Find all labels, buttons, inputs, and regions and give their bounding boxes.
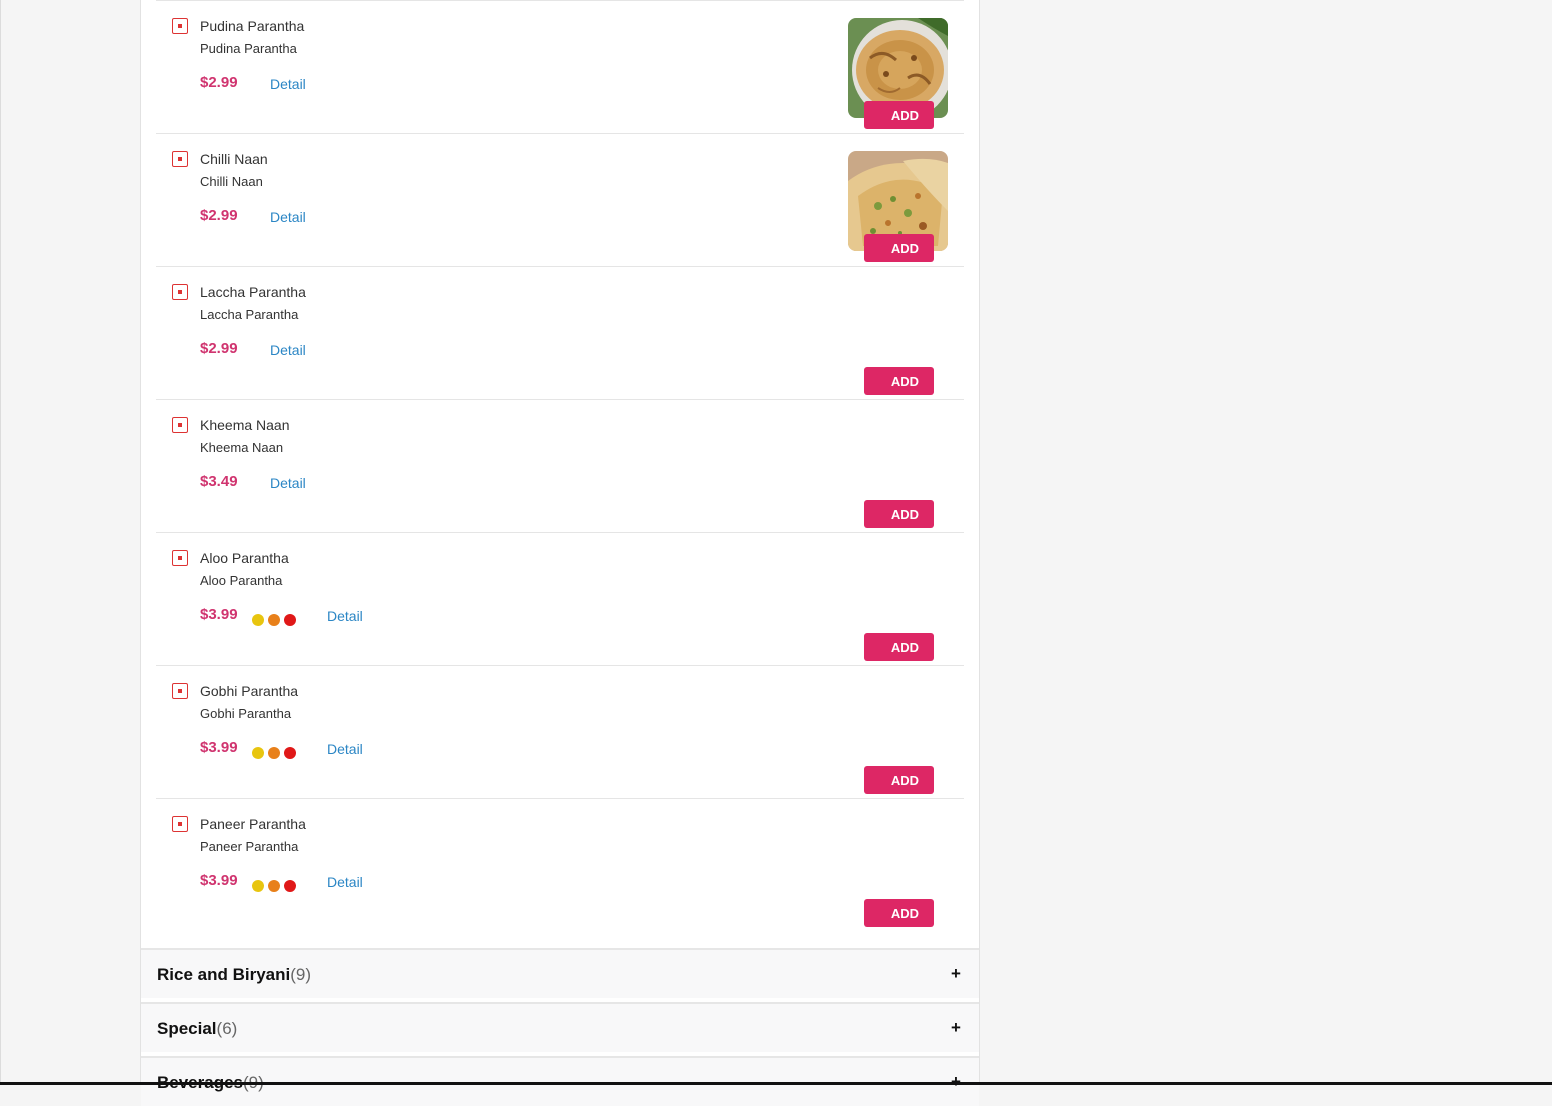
spice-dot-medium xyxy=(268,614,280,626)
spice-level-indicator xyxy=(252,880,296,892)
item-name: Laccha Parantha xyxy=(200,284,306,300)
item-name: Gobhi Parantha xyxy=(200,683,299,699)
category-count: (6) xyxy=(216,1019,238,1038)
detail-link[interactable]: Detail xyxy=(270,342,306,358)
detail-link[interactable]: Detail xyxy=(327,608,363,624)
item-description: Laccha Parantha xyxy=(200,307,299,322)
plus-icon[interactable]: + xyxy=(951,1018,961,1038)
spice-dot-mild xyxy=(252,880,264,892)
add-button[interactable]: ADD xyxy=(864,633,934,661)
veg-indicator-icon xyxy=(172,550,188,566)
veg-indicator-icon xyxy=(172,18,188,34)
detail-link[interactable]: Detail xyxy=(270,76,306,92)
category-header-special[interactable]: Special(6) + xyxy=(141,1002,979,1052)
spice-dot-hot xyxy=(284,880,296,892)
category-title: Special(6) xyxy=(157,1019,238,1038)
item-description: Gobhi Parantha xyxy=(200,706,292,721)
item-description: Chilli Naan xyxy=(200,174,263,189)
menu-item: Gobhi Parantha Gobhi Parantha $3.99 Deta… xyxy=(156,666,964,799)
menu-panel: Pudina Parantha Pudina Parantha $2.99 De… xyxy=(140,0,980,1106)
item-price: $2.99 xyxy=(200,207,238,224)
add-button[interactable]: ADD xyxy=(864,899,934,927)
menu-item: Aloo Parantha Aloo Parantha $3.99 Detail… xyxy=(156,533,964,666)
add-button[interactable]: ADD xyxy=(864,234,934,262)
add-button[interactable]: ADD xyxy=(864,101,934,129)
veg-indicator-icon xyxy=(172,683,188,699)
item-price: $2.99 xyxy=(200,340,238,357)
menu-item: Chilli Naan Chilli Naan $2.99 Detail ADD xyxy=(156,134,964,267)
detail-link[interactable]: Detail xyxy=(327,874,363,890)
veg-indicator-icon xyxy=(172,284,188,300)
page-left-border xyxy=(0,0,1,1085)
veg-indicator-icon xyxy=(172,151,188,167)
plus-icon[interactable]: + xyxy=(951,964,961,984)
spice-dot-medium xyxy=(268,747,280,759)
item-price: $3.99 xyxy=(200,606,238,623)
item-description: Aloo Parantha xyxy=(200,573,283,588)
menu-item: Paneer Parantha Paneer Parantha $3.99 De… xyxy=(156,799,964,946)
item-price: $3.99 xyxy=(200,739,238,756)
category-count: (9) xyxy=(290,965,311,984)
veg-indicator-icon xyxy=(172,816,188,832)
veg-indicator-icon xyxy=(172,417,188,433)
add-button[interactable]: ADD xyxy=(864,766,934,794)
menu-item: Kheema Naan Kheema Naan $3.49 Detail ADD xyxy=(156,400,964,533)
category-header-beverages[interactable]: Beverages(9) + xyxy=(141,1056,979,1106)
spice-dot-hot xyxy=(284,747,296,759)
detail-link[interactable]: Detail xyxy=(327,741,363,757)
add-button[interactable]: ADD xyxy=(864,500,934,528)
item-description: Kheema Naan xyxy=(200,440,284,455)
category-header-rice-and-biryani[interactable]: Rice and Biryani(9) + xyxy=(141,948,979,998)
spice-dot-mild xyxy=(252,614,264,626)
category-title: Rice and Biryani(9) xyxy=(157,965,311,984)
item-description: Pudina Parantha xyxy=(200,41,297,56)
item-name: Kheema Naan xyxy=(200,417,290,433)
spice-dot-hot xyxy=(284,614,296,626)
menu-item: Laccha Parantha Laccha Parantha $2.99 De… xyxy=(156,267,964,400)
item-name: Pudina Parantha xyxy=(200,18,305,34)
add-button[interactable]: ADD xyxy=(864,367,934,395)
item-name: Paneer Parantha xyxy=(200,816,306,832)
item-name: Chilli Naan xyxy=(200,151,268,167)
menu-item: Pudina Parantha Pudina Parantha $2.99 De… xyxy=(156,1,964,134)
detail-link[interactable]: Detail xyxy=(270,209,306,225)
item-price: $2.99 xyxy=(200,74,238,91)
item-description: Paneer Parantha xyxy=(200,839,299,854)
detail-link[interactable]: Detail xyxy=(270,475,306,491)
menu-item-list: Pudina Parantha Pudina Parantha $2.99 De… xyxy=(156,0,964,946)
spice-level-indicator xyxy=(252,614,296,626)
item-price: $3.99 xyxy=(200,872,238,889)
item-price: $3.49 xyxy=(200,473,238,490)
item-name: Aloo Parantha xyxy=(200,550,289,566)
spice-level-indicator xyxy=(252,747,296,759)
spice-dot-medium xyxy=(268,880,280,892)
spice-dot-mild xyxy=(252,747,264,759)
